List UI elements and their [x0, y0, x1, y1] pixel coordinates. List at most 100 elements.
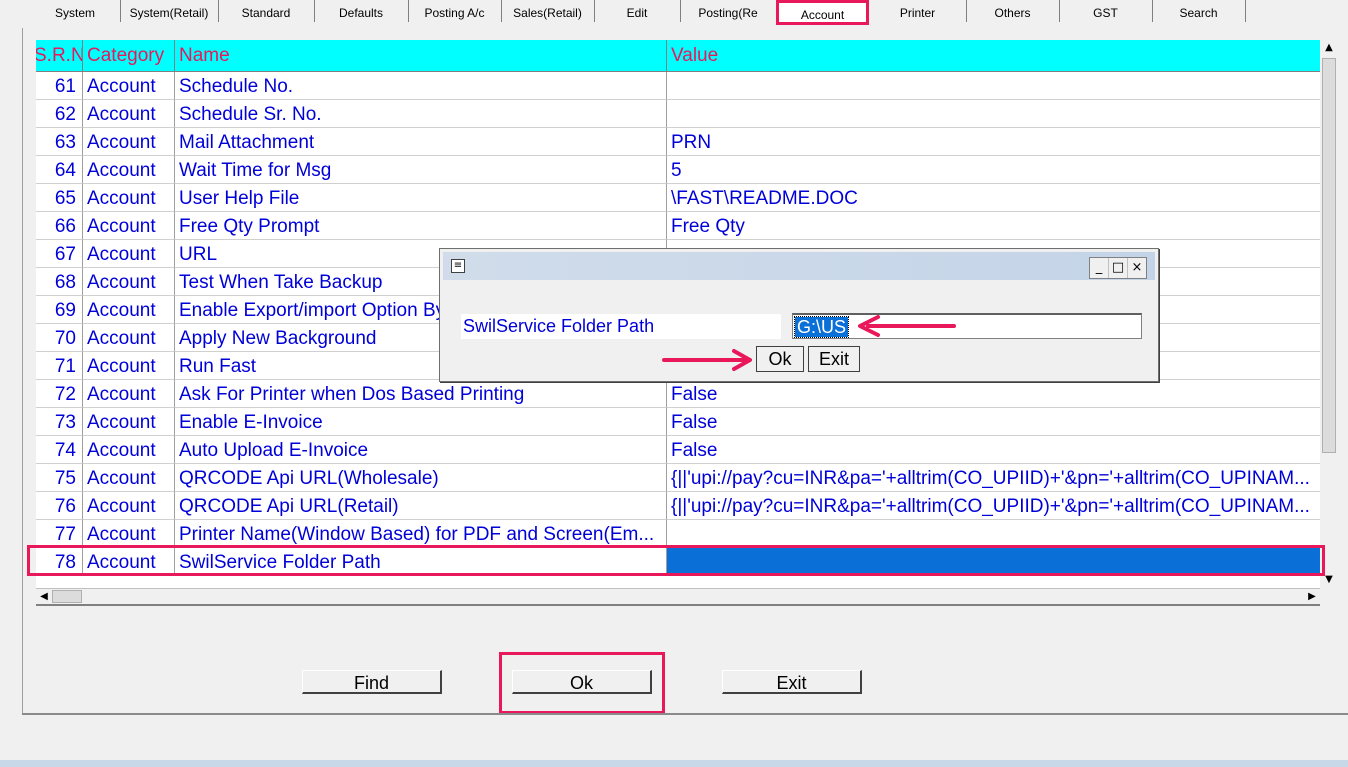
cell-category[interactable]: Account: [83, 380, 175, 408]
minimize-icon[interactable]: _: [1090, 258, 1109, 278]
cell-value[interactable]: {||'upi://pay?cu=INR&pa='+alltrim(CO_UPI…: [667, 492, 1320, 520]
tab-posting-ac[interactable]: Posting A/c: [408, 0, 502, 22]
horizontal-scrollbar[interactable]: ◀ ▶: [36, 588, 1320, 605]
dialog-exit-button[interactable]: Exit: [808, 346, 860, 372]
cell-srno[interactable]: 69: [36, 296, 83, 324]
cell-value[interactable]: [667, 72, 1320, 100]
table-row[interactable]: 61 Account Schedule No.: [36, 72, 1320, 100]
header-name[interactable]: Name: [175, 40, 667, 71]
cell-category[interactable]: Account: [83, 156, 175, 184]
cell-category[interactable]: Account: [83, 128, 175, 156]
cell-value[interactable]: PRN: [667, 128, 1320, 156]
cell-name[interactable]: User Help File: [175, 184, 667, 212]
cell-srno[interactable]: 74: [36, 436, 83, 464]
cell-category[interactable]: Account: [83, 492, 175, 520]
cell-name[interactable]: Schedule Sr. No.: [175, 100, 667, 128]
dialog-ok-button[interactable]: Ok: [756, 346, 804, 372]
cell-value[interactable]: False: [667, 380, 1320, 408]
cell-srno[interactable]: 72: [36, 380, 83, 408]
cell-srno[interactable]: 66: [36, 212, 83, 240]
cell-value[interactable]: Free Qty: [667, 212, 1320, 240]
tab-system[interactable]: System: [30, 0, 121, 22]
maximize-icon[interactable]: □: [1109, 258, 1128, 278]
cell-value[interactable]: False: [667, 436, 1320, 464]
table-row[interactable]: 63 Account Mail Attachment PRN: [36, 128, 1320, 156]
scroll-up-icon[interactable]: ▲: [1321, 40, 1337, 56]
tab-printer[interactable]: Printer: [869, 0, 967, 22]
table-row[interactable]: 65 Account User Help File \FAST\README.DOC: [36, 184, 1320, 212]
cell-name[interactable]: Ask For Printer when Dos Based Printing: [175, 380, 667, 408]
cell-category[interactable]: Account: [83, 212, 175, 240]
tab-sales-retail[interactable]: Sales(Retail): [501, 0, 595, 22]
cell-name[interactable]: Mail Attachment: [175, 128, 667, 156]
cell-srno[interactable]: 77: [36, 520, 83, 548]
table-row[interactable]: 62 Account Schedule Sr. No.: [36, 100, 1320, 128]
cell-category[interactable]: Account: [83, 72, 175, 100]
cell-category[interactable]: Account: [83, 296, 175, 324]
cell-name[interactable]: Enable E-Invoice: [175, 408, 667, 436]
cell-category[interactable]: Account: [83, 240, 175, 268]
cell-srno[interactable]: 65: [36, 184, 83, 212]
cell-srno[interactable]: 76: [36, 492, 83, 520]
cell-value[interactable]: [667, 548, 1320, 576]
vertical-scroll-thumb[interactable]: [1322, 58, 1336, 453]
table-row[interactable]: 66 Account Free Qty Prompt Free Qty: [36, 212, 1320, 240]
tab-standard[interactable]: Standard: [218, 0, 315, 22]
horizontal-scroll-thumb[interactable]: [52, 590, 82, 603]
cell-srno[interactable]: 62: [36, 100, 83, 128]
cell-name[interactable]: Wait Time for Msg: [175, 156, 667, 184]
scroll-right-icon[interactable]: ▶: [1304, 589, 1320, 605]
tab-others[interactable]: Others: [966, 0, 1060, 22]
tab-posting-retail[interactable]: Posting(Re: [680, 0, 777, 22]
close-icon[interactable]: ×: [1128, 258, 1146, 278]
header-value[interactable]: Value: [667, 40, 1320, 71]
tab-defaults[interactable]: Defaults: [314, 0, 409, 22]
table-row[interactable]: 78 Account SwilService Folder Path: [36, 548, 1320, 576]
table-row[interactable]: 77 Account Printer Name(Window Based) for …: [36, 520, 1320, 548]
tab-account[interactable]: Account: [776, 0, 869, 25]
cell-category[interactable]: Account: [83, 548, 175, 576]
cell-srno[interactable]: 68: [36, 268, 83, 296]
tab-system-retail[interactable]: System(Retail): [120, 0, 219, 22]
cell-category[interactable]: Account: [83, 520, 175, 548]
scroll-down-icon[interactable]: ▼: [1321, 572, 1337, 588]
find-button[interactable]: Find: [302, 670, 442, 694]
cell-name[interactable]: Auto Upload E-Invoice: [175, 436, 667, 464]
cell-category[interactable]: Account: [83, 464, 175, 492]
table-row[interactable]: 72 Account Ask For Printer when Dos Based …: [36, 380, 1320, 408]
cell-value[interactable]: \FAST\README.DOC: [667, 184, 1320, 212]
header-category[interactable]: Category: [83, 40, 175, 71]
cell-value[interactable]: [667, 520, 1320, 548]
cell-category[interactable]: Account: [83, 100, 175, 128]
cell-name[interactable]: Schedule No.: [175, 72, 667, 100]
cell-srno[interactable]: 75: [36, 464, 83, 492]
table-row[interactable]: 75 Account QRCODE Api URL(Wholesale) {||'up…: [36, 464, 1320, 492]
cell-srno[interactable]: 64: [36, 156, 83, 184]
cell-category[interactable]: Account: [83, 324, 175, 352]
cell-category[interactable]: Account: [83, 268, 175, 296]
cell-value[interactable]: 5: [667, 156, 1320, 184]
tab-edit[interactable]: Edit: [594, 0, 681, 22]
cell-value[interactable]: False: [667, 408, 1320, 436]
cell-srno[interactable]: 78: [36, 548, 83, 576]
header-srno[interactable]: S.R.No.: [36, 40, 83, 71]
cell-name[interactable]: QRCODE Api URL(Wholesale): [175, 464, 667, 492]
cell-category[interactable]: Account: [83, 184, 175, 212]
cell-value[interactable]: {||'upi://pay?cu=INR&pa='+alltrim(CO_UPI…: [667, 464, 1320, 492]
cell-srno[interactable]: 70: [36, 324, 83, 352]
cell-name[interactable]: Printer Name(Window Based) for PDF and S…: [175, 520, 667, 548]
table-row[interactable]: 76 Account QRCODE Api URL(Retail) {||'upi:/…: [36, 492, 1320, 520]
cell-name[interactable]: Free Qty Prompt: [175, 212, 667, 240]
tab-search[interactable]: Search: [1152, 0, 1246, 22]
cell-srno[interactable]: 73: [36, 408, 83, 436]
tab-gst[interactable]: GST: [1059, 0, 1153, 22]
table-row[interactable]: 64 Account Wait Time for Msg 5: [36, 156, 1320, 184]
folder-path-input[interactable]: G:\US: [792, 313, 1142, 339]
cell-name[interactable]: SwilService Folder Path: [175, 548, 667, 576]
cell-category[interactable]: Account: [83, 436, 175, 464]
vertical-scrollbar[interactable]: ▲ ▼: [1321, 40, 1337, 588]
cell-category[interactable]: Account: [83, 408, 175, 436]
exit-button[interactable]: Exit: [722, 670, 862, 694]
cell-name[interactable]: QRCODE Api URL(Retail): [175, 492, 667, 520]
table-row[interactable]: 73 Account Enable E-Invoice False: [36, 408, 1320, 436]
